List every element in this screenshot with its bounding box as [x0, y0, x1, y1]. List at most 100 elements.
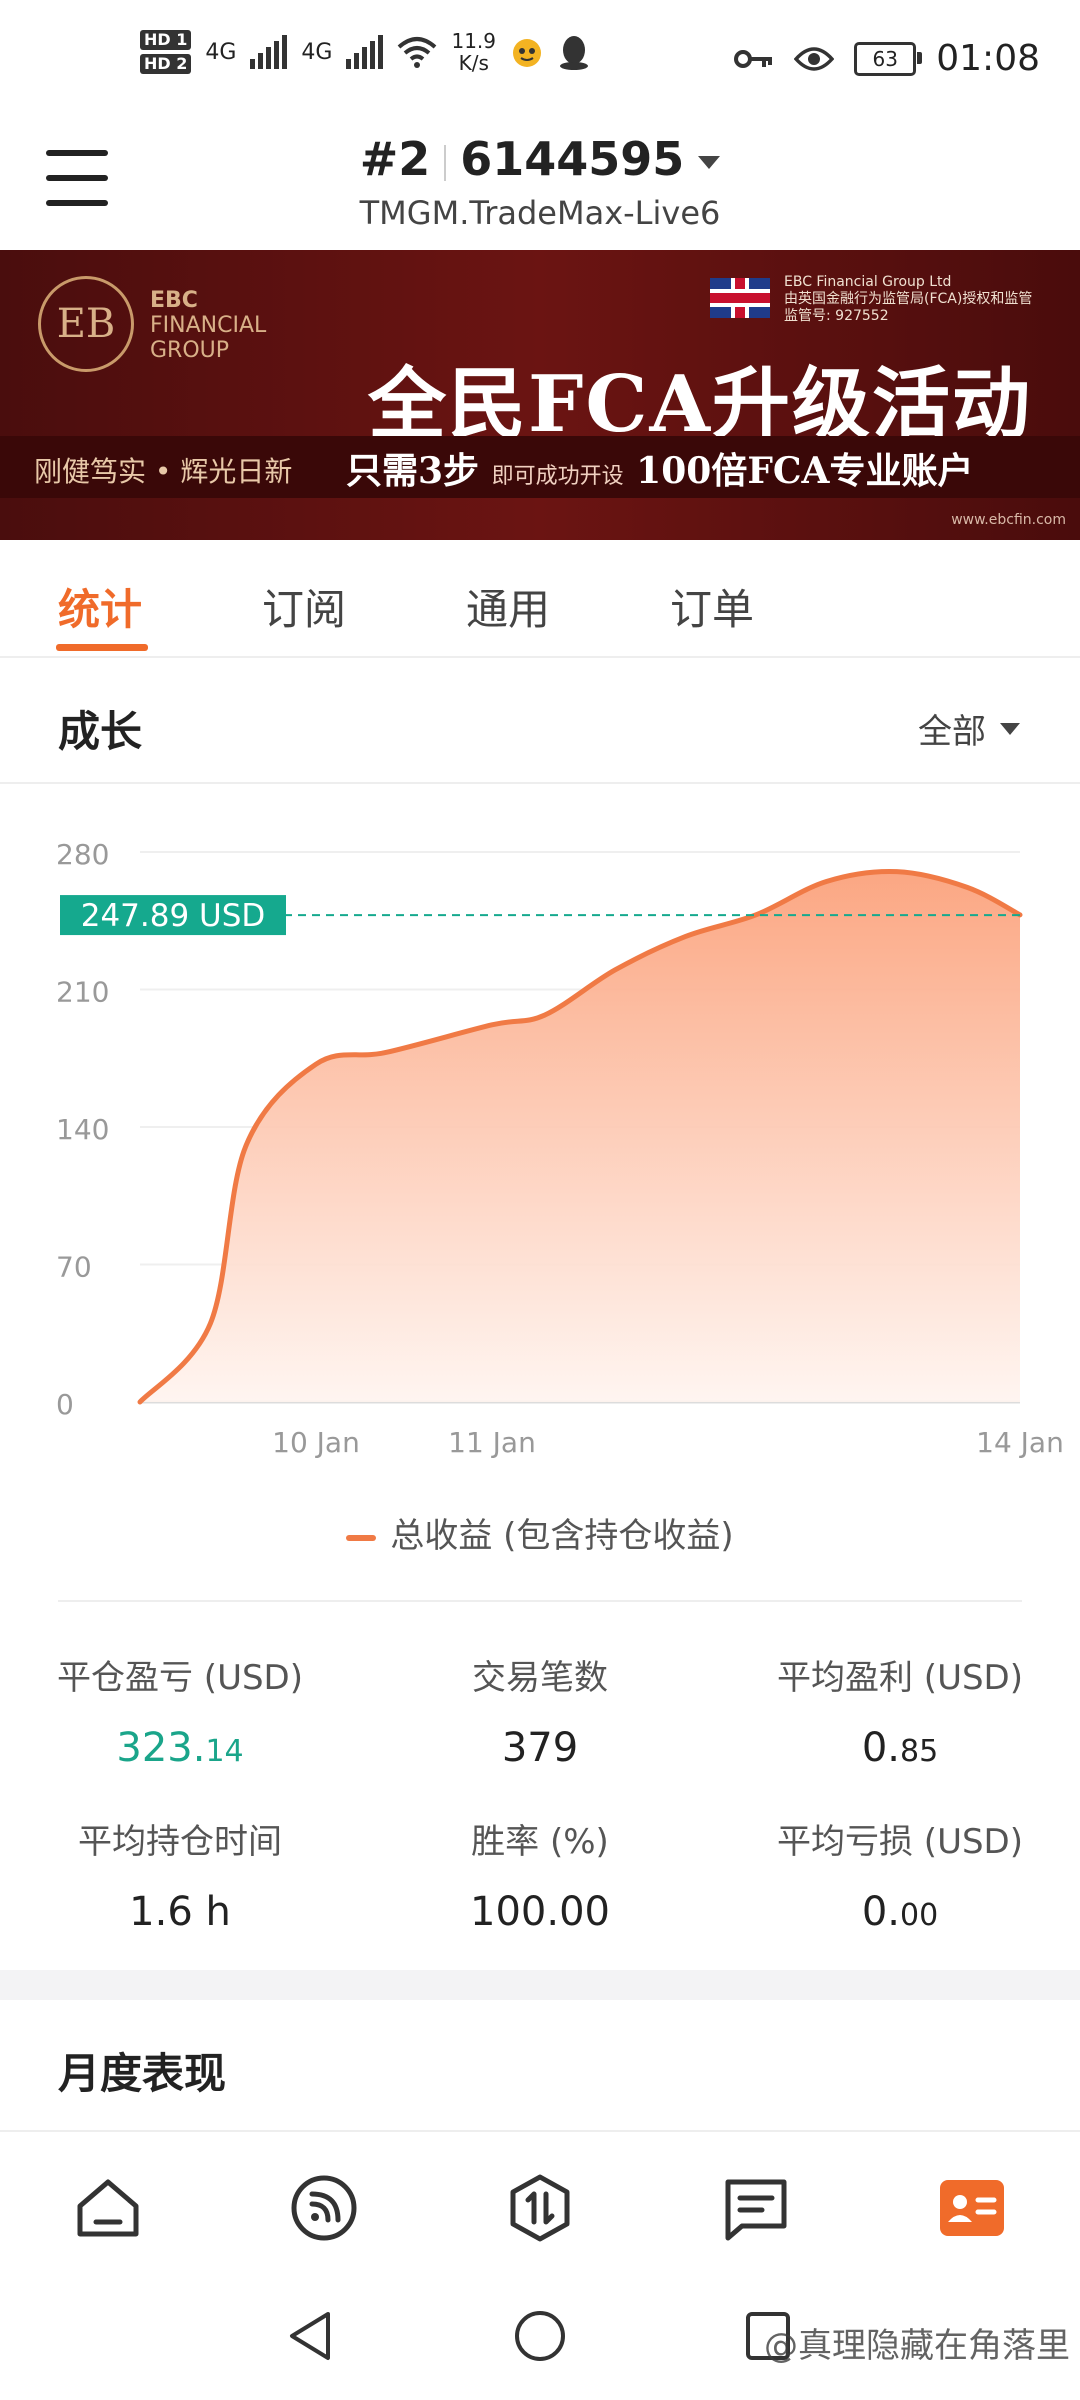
stat-avg-loss: 平均亏损 (USD) 0.00 — [720, 1814, 1080, 1935]
regulation-text: EBC Financial Group Ltd 由英国金融行为监管局(FCA)授… — [784, 274, 1032, 325]
logo-line1: EBC — [150, 288, 198, 313]
stat-value: 323.14 — [0, 1725, 360, 1771]
monthly-title: 月度表现 — [58, 2049, 227, 2098]
data-point — [244, 1145, 248, 1149]
nav-home[interactable] — [68, 2168, 148, 2248]
battery-level: 63 — [872, 46, 898, 71]
profile-card-icon — [940, 2180, 1004, 2236]
stat-win-rate: 胜率 (%) 100.00 — [360, 1814, 720, 1935]
battery-indicator: 63 — [854, 41, 923, 76]
y-tick-label: 140 — [56, 1113, 109, 1146]
stat-label: 平均持仓时间 — [78, 1822, 282, 1862]
legend-label: 总收益 (包含持仓收益) — [390, 1516, 734, 1556]
net-speed-unit: K/s — [458, 51, 489, 75]
current-value-label: 247.89 USD — [81, 898, 266, 934]
data-point — [314, 1062, 318, 1066]
tab-general[interactable]: 通用 — [466, 576, 550, 637]
wifi-icon — [398, 37, 437, 68]
tab-bar: 统计 订阅 通用 订单 — [0, 540, 1080, 658]
steps-prefix: 只需3步 — [346, 450, 480, 492]
network-label-2: 4G — [301, 39, 333, 65]
avg-profit-int: 0. — [861, 1725, 900, 1771]
avg-loss-int: 0. — [861, 1889, 900, 1935]
nav-feed[interactable] — [284, 2168, 364, 2248]
data-point — [895, 870, 899, 874]
closed-pl-dec: 14 — [205, 1734, 244, 1769]
active-tab-indicator — [56, 644, 148, 651]
stat-value: 100.00 — [470, 1889, 610, 1935]
legend-swatch — [346, 1534, 377, 1541]
banner-steps: 只需3步 即可成功开设 100倍FCA专业账户 — [346, 442, 973, 494]
avg-loss-dec: 00 — [899, 1898, 939, 1933]
reg-line2: 由英国金融行为监管局(FCA)授权和监管 — [784, 291, 1033, 307]
x-tick-label: 10 Jan — [272, 1426, 360, 1459]
nav-profile[interactable] — [932, 2168, 1012, 2248]
data-point — [754, 913, 758, 917]
data-point — [965, 885, 969, 889]
uk-flag-icon — [710, 278, 770, 318]
growth-title: 成长 — [58, 707, 143, 756]
monthly-section[interactable]: 月度表现 — [0, 2000, 1080, 2132]
range-filter[interactable]: 全部 — [918, 704, 1020, 753]
home-icon — [77, 2179, 139, 2237]
banner-url: www.ebcfin.com — [951, 512, 1066, 528]
data-point — [490, 1023, 494, 1027]
sim-indicator: HD 1 HD 2 — [140, 30, 192, 74]
avg-profit-dec: 85 — [899, 1734, 939, 1769]
nav-trade[interactable] — [500, 2168, 580, 2248]
stats-grid: 平仓盈亏 (USD) 323.14 交易笔数 379 平均盈利 (USD) 0.… — [0, 1600, 1080, 1980]
account-rank: #2 — [359, 132, 431, 186]
qq-icon — [560, 36, 588, 70]
message-icon — [725, 2179, 787, 2241]
account-number: 6144595 — [460, 132, 685, 186]
signal-icon-2 — [346, 35, 384, 69]
ebc-logo-icon: EB — [38, 276, 134, 372]
account-selector[interactable]: #2 6144595 — [0, 132, 1080, 186]
app-header: #2 6144595 TMGM.TradeMax-Live6 — [0, 120, 1080, 250]
banner-slogan: 刚健笃实 • 辉光日新 — [34, 455, 293, 488]
status-right: 63 01:08 — [734, 38, 1040, 79]
nav-messages[interactable] — [716, 2168, 796, 2248]
stat-label: 胜率 (%) — [471, 1822, 609, 1862]
net-speed-value: 11.9 — [451, 29, 496, 53]
signal-icon — [250, 35, 288, 69]
stat-value: 379 — [501, 1725, 579, 1771]
closed-pl-int: 323. — [116, 1725, 206, 1771]
promo-banner[interactable]: EB EBC FINANCIAL GROUP EBC Financial Gro… — [0, 250, 1080, 540]
range-filter-label: 全部 — [918, 712, 986, 752]
growth-chart-svg: 280 210 140 70 0 10 Jan 11 Jan 14 Jan 247.89 US… — [56, 838, 1064, 1459]
trade-icon — [510, 2174, 570, 2242]
eye-icon — [794, 46, 835, 71]
growth-chart: 280 210 140 70 0 10 Jan 11 Jan 14 Jan 247.89 US… — [0, 782, 1080, 1602]
caret-down-icon — [698, 156, 721, 169]
stat-value: 0.85 — [720, 1725, 1080, 1771]
stat-label: 平仓盈亏 (USD) — [57, 1658, 303, 1698]
stat-trades: 交易笔数 379 — [360, 1650, 720, 1771]
stat-label: 平均亏损 (USD) — [777, 1822, 1023, 1862]
stat-label: 交易笔数 — [472, 1658, 608, 1698]
network-label-1: 4G — [205, 39, 237, 65]
server-name: TMGM.TradeMax-Live6 — [359, 194, 721, 232]
system-nav: @真理隐藏在角落里 — [0, 2272, 1080, 2400]
back-icon[interactable] — [284, 2308, 334, 2364]
data-point — [138, 1400, 142, 1404]
section-gap — [0, 1970, 1080, 2000]
divider — [58, 1600, 1022, 1602]
y-tick-label: 70 — [56, 1251, 92, 1284]
stat-closed-pl: 平仓盈亏 (USD) 323.14 — [0, 1650, 360, 1771]
data-point — [684, 934, 688, 938]
banner-logo-text: EBC FINANCIAL GROUP — [150, 288, 266, 363]
chart-legend: 总收益 (包含持仓收益) — [0, 1508, 1080, 1557]
stat-avg-profit: 平均盈利 (USD) 0.85 — [720, 1650, 1080, 1771]
tab-orders[interactable]: 订单 — [670, 576, 754, 637]
tab-statistics[interactable]: 统计 — [58, 576, 142, 637]
growth-header: 成长 全部 — [0, 656, 1080, 784]
watermark-text: @真理隐藏在角落里 — [764, 2326, 1070, 2366]
tab-subscribe[interactable]: 订阅 — [262, 576, 346, 637]
status-bar: HD 1 HD 2 4G 4G 11.9 K/s 63 01:08 — [0, 0, 1080, 120]
data-point — [613, 968, 617, 972]
reg-line3: 监管号: 927552 — [784, 308, 889, 324]
home-circle-icon[interactable] — [512, 2308, 568, 2364]
steps-small: 即可成功开设 — [491, 464, 624, 489]
logo-line2: FINANCIAL — [150, 313, 267, 338]
